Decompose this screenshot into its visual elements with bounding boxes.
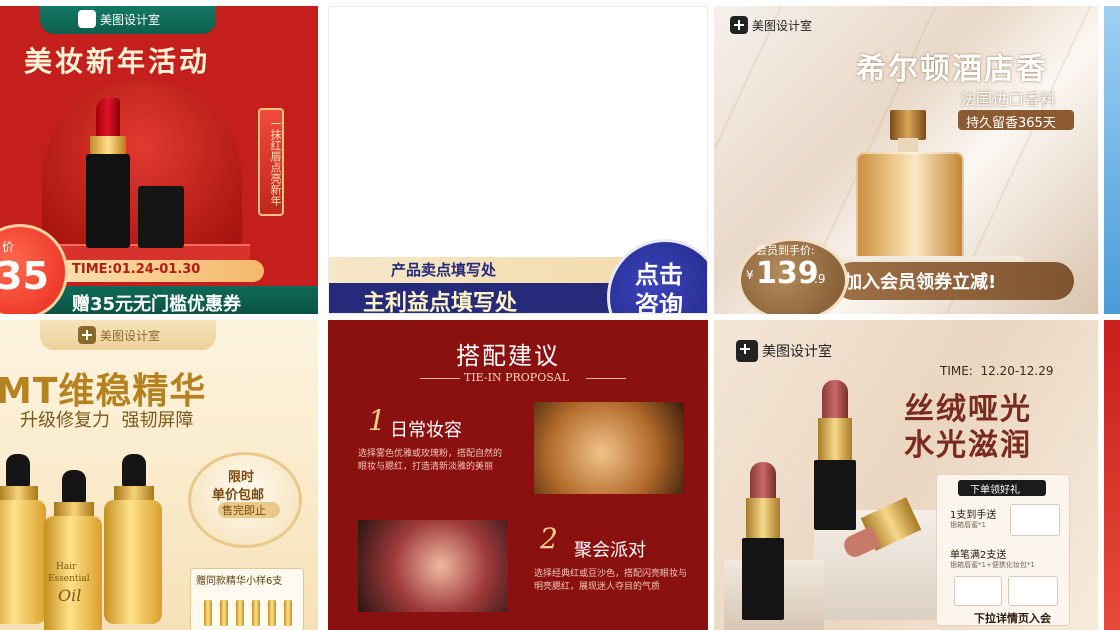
mini-vial: [236, 600, 244, 626]
price-integer: 139: [756, 256, 819, 291]
promo-card-partial-right-bottom[interactable]: [1104, 320, 1120, 630]
price-decimal: .9: [814, 272, 826, 286]
brand-logo: 美图设计室: [78, 326, 160, 344]
bottle-label-line2: Essential: [48, 574, 90, 584]
mini-vial: [220, 600, 228, 626]
brand-name: 美图设计室: [100, 328, 161, 343]
brand-icon: [736, 340, 758, 362]
gift1-desc: 银箱唇蜜*1: [950, 521, 986, 529]
serum-bottle-2: [44, 516, 102, 630]
main-benefit-text: 主利益点填写处: [363, 291, 518, 314]
tag-text: 持久留香365天: [966, 116, 1056, 131]
gift-label: 赠同款精华小样6支: [196, 576, 283, 587]
serum-bottle-3: [104, 500, 162, 624]
item1-desc: 选择雾色优雅或玫瑰粉，搭配自然的眼妆与腮红，打造清新淡雅的美丽: [358, 449, 503, 472]
card-subtitle: 法国进口香料: [960, 90, 1057, 109]
bottle1-dropper: [6, 454, 30, 488]
bottle2-collar: [54, 502, 94, 516]
bottle1-collar: [0, 486, 38, 500]
card-title: 搭配建议: [456, 342, 560, 370]
mini-vial: [204, 600, 212, 626]
time-range: TIME: 12.20-12.29: [940, 364, 1054, 378]
bottle3-dropper: [122, 454, 146, 488]
brand-logo: 美图设计室: [78, 10, 160, 28]
vertical-ribbon: 一抹红唇点亮新年: [258, 108, 284, 216]
brand-icon: [78, 10, 96, 28]
divider-right: [586, 378, 626, 379]
makeup-photo-2: [358, 520, 508, 612]
brand-name: 美图设计室: [762, 344, 832, 360]
time-range: TIME:01.24-01.30: [72, 262, 201, 277]
bottle-label-line1: Hair: [56, 562, 77, 572]
details-link[interactable]: 下拉详情页入会: [974, 610, 1051, 626]
lipstick2-collar: [746, 498, 780, 538]
brand-name: 美图设计室: [752, 18, 813, 33]
card-title: 美妆新年活动: [24, 45, 211, 78]
item2-title: 聚会派对: [574, 540, 646, 561]
makeup-photo-1: [534, 402, 684, 494]
gift2-thumb-bag: [1008, 576, 1058, 606]
lipstick2-tube: [742, 538, 784, 620]
lipstick-bullet: [96, 98, 120, 138]
currency-symbol: ¥: [746, 268, 754, 282]
promo-card-template-blank[interactable]: 产品卖点填写处 主利益点填写处 点击 咨询: [328, 6, 708, 314]
lipstick1-tube: [814, 460, 856, 530]
promo-card-lipstick-velvet[interactable]: 美图设计室 TIME: 12.20-12.29 丝绒哑光 水光滋润 下单领好礼 …: [714, 320, 1098, 630]
price-value: 35: [0, 254, 49, 298]
promo-card-partial-right-top[interactable]: [1104, 6, 1120, 314]
brand-icon: [78, 326, 96, 344]
join-member-text: 加入会员领券立减!: [844, 272, 997, 293]
gift2-title: 单笔满2支送: [950, 550, 1007, 561]
lipstick2-bullet: [750, 462, 776, 500]
promo-card-lipstick-new-year[interactable]: 美图设计室 美妆新年活动 一抹红唇点亮新年 TIME:01.24-01.30 赠…: [0, 6, 318, 314]
lipstick-tube: [86, 154, 130, 248]
perfume-cap: [890, 110, 926, 140]
consult-line2: 咨询: [635, 291, 683, 314]
badge-line1: 限时: [228, 470, 255, 485]
card-subtitle-en: TIE-IN PROPOSAL: [464, 371, 570, 384]
perfume-bottle: [856, 152, 964, 264]
lipstick1-bullet: [822, 380, 848, 420]
gift2-thumb-lip: [954, 576, 1002, 606]
serum-bottle-1: [0, 500, 46, 624]
gift2-desc: 银箱唇蜜*1+便携化妆包*1: [950, 561, 1035, 569]
promo-card-perfume[interactable]: 美图设计室 希尔顿酒店香 法国进口香料 持久留香365天 加入会员领券立减! 会…: [714, 6, 1098, 314]
bottle2-dropper: [62, 470, 86, 504]
promo-card-tie-in-proposal[interactable]: 搭配建议 TIE-IN PROPOSAL 1 日常妆容 选择雾色优雅或玫瑰粉，搭…: [328, 320, 708, 630]
mini-vial: [268, 600, 276, 626]
card-title: 希尔顿酒店香: [856, 52, 1048, 87]
lipstick-cap: [138, 186, 184, 248]
gift1-title: 1支到手送: [950, 510, 997, 521]
item2-desc: 选择经典红或豆沙色，搭配闪亮眼妆与明亮腮红，展现迷人夺目的气质: [534, 569, 688, 592]
bottle-label-line3: Oil: [58, 586, 82, 605]
card-subtitle: 升级修复力 强韧屏障: [20, 410, 194, 431]
lipstick1-collar: [818, 418, 852, 460]
mini-vial: [284, 600, 292, 626]
brand-name: 美图设计室: [100, 12, 161, 27]
brand-logo: 美图设计室: [730, 16, 812, 34]
mini-vial: [252, 600, 260, 626]
item2-number: 2: [540, 522, 558, 555]
divider-left: [420, 378, 460, 379]
gift-panel-header: 下单领好礼: [970, 485, 1020, 496]
title-line2: 水光滋润: [904, 428, 1032, 463]
coupon-text: 赠35元无门槛优惠券: [72, 294, 242, 314]
badge-line2: 单价包邮: [212, 488, 265, 503]
bottle3-collar: [114, 486, 154, 500]
badge-line3: 售完即止: [222, 504, 266, 517]
brand-logo: 美图设计室: [736, 340, 832, 362]
item1-number: 1: [368, 404, 386, 437]
item1-title: 日常妆容: [390, 420, 462, 441]
price-label: 价: [2, 240, 15, 254]
promo-card-serum[interactable]: 美图设计室 MT维稳精华 升级修复力 强韧屏障 Hair Essential O…: [0, 320, 318, 630]
gift1-thumb: [1010, 504, 1060, 536]
brand-icon: [730, 16, 748, 34]
selling-point-text: 产品卖点填写处: [391, 261, 497, 279]
